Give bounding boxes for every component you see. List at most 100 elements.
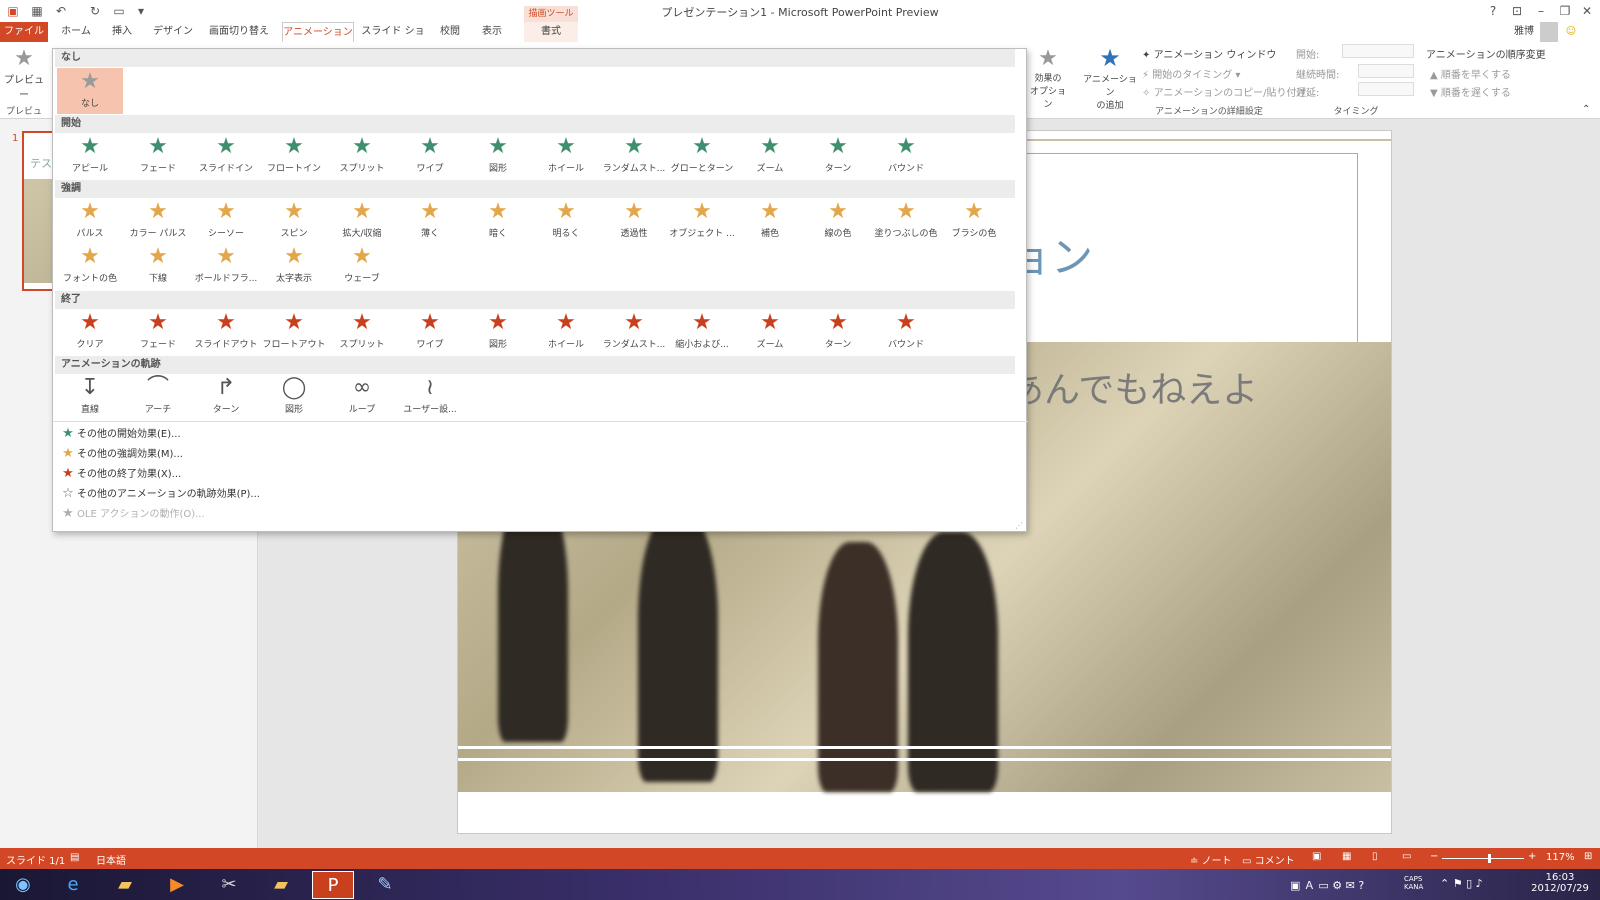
close-icon[interactable]: ✕ bbox=[1578, 2, 1596, 20]
entrance-effect-item[interactable]: ★ ターン bbox=[805, 133, 871, 179]
entrance-effect-item[interactable]: ★ グローとターン bbox=[669, 133, 735, 179]
none-effect-item[interactable]: ★ なし bbox=[57, 68, 123, 114]
entrance-effect-item[interactable]: ★ ホイール bbox=[533, 133, 599, 179]
help-icon[interactable]: ? bbox=[1484, 2, 1502, 20]
resize-grip-icon[interactable]: ⋰ bbox=[1015, 521, 1023, 530]
tab-home[interactable]: ホーム bbox=[54, 22, 98, 42]
emphasis-effect-item[interactable]: ★ 明るく bbox=[533, 198, 599, 244]
proofing-icon[interactable]: ▤ bbox=[70, 852, 79, 863]
media-player-icon[interactable]: ▶ bbox=[156, 871, 198, 899]
clock[interactable]: 16:03 2012/07/29 bbox=[1530, 872, 1590, 894]
emphasis-effect-item[interactable]: ★ 太字表示 bbox=[261, 243, 327, 289]
tab-review[interactable]: 校閲 bbox=[432, 22, 468, 42]
animation-pane-button[interactable]: ✦ アニメーション ウィンドウ bbox=[1142, 46, 1276, 61]
exit-effect-item[interactable]: ★ フェード bbox=[125, 309, 191, 355]
path-effect-item[interactable]: ↧ 直線 bbox=[57, 374, 123, 420]
tab-design[interactable]: デザイン bbox=[148, 22, 198, 42]
exit-effect-item[interactable]: ★ スライドアウト bbox=[193, 309, 259, 355]
notes-button[interactable]: ≐ ノート bbox=[1190, 852, 1232, 867]
zoom-slider[interactable] bbox=[1442, 854, 1524, 863]
delay-input[interactable] bbox=[1358, 82, 1414, 96]
exit-effect-item[interactable]: ★ ワイプ bbox=[397, 309, 463, 355]
exit-effect-item[interactable]: ★ ターン bbox=[805, 309, 871, 355]
internet-explorer-icon[interactable]: e bbox=[52, 871, 94, 899]
emphasis-effect-item[interactable]: ★ 薄く bbox=[397, 198, 463, 244]
trigger-button[interactable]: ⚡ 開始のタイミング ▾ bbox=[1142, 66, 1240, 81]
tab-view[interactable]: 表示 bbox=[472, 22, 512, 42]
path-effect-item[interactable]: ↱ ターン bbox=[193, 374, 259, 420]
fit-slide-icon[interactable]: ⊞ bbox=[1584, 851, 1592, 862]
path-effect-item[interactable]: ∞ ループ bbox=[329, 374, 395, 420]
zoom-level[interactable]: 117% bbox=[1546, 852, 1575, 863]
exit-effect-item[interactable]: ★ 図形 bbox=[465, 309, 531, 355]
language-status[interactable]: 日本語 bbox=[96, 852, 126, 867]
path-effect-item[interactable]: ≀ ユーザー設... bbox=[397, 374, 463, 420]
snipping-tool-icon[interactable]: ✂ bbox=[208, 871, 250, 899]
entrance-effect-item[interactable]: ★ スライドイン bbox=[193, 133, 259, 179]
ribbon-display-icon[interactable]: ⊡ bbox=[1508, 2, 1526, 20]
more-effects-menu-item[interactable]: ★ OLE アクションの動作(O)... bbox=[59, 505, 204, 523]
entrance-effect-item[interactable]: ★ フロートイン bbox=[261, 133, 327, 179]
start-select[interactable] bbox=[1342, 44, 1414, 58]
reading-view-icon[interactable]: ▯ bbox=[1372, 851, 1378, 862]
tray-system-icons[interactable]: ⌃ ⚑ ▯ ♪ bbox=[1440, 877, 1483, 890]
exit-effect-item[interactable]: ★ ズーム bbox=[737, 309, 803, 355]
move-later-button[interactable]: ▼ 順番を遅くする bbox=[1430, 84, 1511, 99]
emphasis-effect-item[interactable]: ★ シーソー bbox=[193, 198, 259, 244]
collapse-ribbon-icon[interactable]: ⌃ bbox=[1582, 104, 1590, 115]
entrance-effect-item[interactable]: ★ スプリット bbox=[329, 133, 395, 179]
tab-file[interactable]: ファイル bbox=[0, 22, 48, 42]
entrance-effect-item[interactable]: ★ ズーム bbox=[737, 133, 803, 179]
emphasis-effect-item[interactable]: ★ 拡大/収縮 bbox=[329, 198, 395, 244]
entrance-effect-item[interactable]: ★ フェード bbox=[125, 133, 191, 179]
normal-view-icon[interactable]: ▣ bbox=[1312, 851, 1321, 862]
exit-effect-item[interactable]: ★ ランダムスト... bbox=[601, 309, 667, 355]
user-name[interactable]: 雅博 bbox=[1494, 22, 1534, 42]
more-effects-menu-item[interactable]: ★ その他の終了効果(X)... bbox=[59, 465, 181, 483]
emphasis-effect-item[interactable]: ★ 暗く bbox=[465, 198, 531, 244]
entrance-effect-item[interactable]: ★ アピール bbox=[57, 133, 123, 179]
exit-effect-item[interactable]: ★ クリア bbox=[57, 309, 123, 355]
move-earlier-button[interactable]: ▲ 順番を早くする bbox=[1430, 66, 1511, 81]
exit-effect-item[interactable]: ★ ホイール bbox=[533, 309, 599, 355]
avatar[interactable] bbox=[1540, 22, 1558, 42]
start-button-icon[interactable]: ◉ bbox=[2, 871, 44, 899]
more-effects-menu-item[interactable]: ★ その他の開始効果(E)... bbox=[59, 425, 181, 443]
tray-icons[interactable]: ▣ Ａ ▭ ⚙ ✉ ? bbox=[1290, 877, 1364, 893]
tab-animations[interactable]: アニメーション bbox=[282, 22, 354, 42]
slide-counter[interactable]: スライド 1/1 bbox=[6, 852, 65, 867]
tab-format[interactable]: 書式 bbox=[524, 22, 578, 42]
entrance-effect-item[interactable]: ★ ワイプ bbox=[397, 133, 463, 179]
more-effects-menu-item[interactable]: ☆ その他のアニメーションの軌跡効果(P)... bbox=[59, 485, 260, 503]
smiley-icon[interactable]: ☺ bbox=[1562, 22, 1580, 42]
emphasis-effect-item[interactable]: ★ 透過性 bbox=[601, 198, 667, 244]
slide-sorter-icon[interactable]: ▦ bbox=[1342, 851, 1351, 862]
emphasis-effect-item[interactable]: ★ パルス bbox=[57, 198, 123, 244]
exit-effect-item[interactable]: ★ スプリット bbox=[329, 309, 395, 355]
exit-effect-item[interactable]: ★ 縮小および... bbox=[669, 309, 735, 355]
entrance-effect-item[interactable]: ★ 図形 bbox=[465, 133, 531, 179]
emphasis-effect-item[interactable]: ★ オブジェクト ... bbox=[669, 198, 735, 244]
emphasis-effect-item[interactable]: ★ 補色 bbox=[737, 198, 803, 244]
restore-icon[interactable]: ❐ bbox=[1556, 2, 1574, 20]
emphasis-effect-item[interactable]: ★ ブラシの色 bbox=[941, 198, 1007, 244]
path-effect-item[interactable]: ⌒ アーチ bbox=[125, 374, 191, 420]
emphasis-effect-item[interactable]: ★ 下線 bbox=[125, 243, 191, 289]
minimize-icon[interactable]: – bbox=[1532, 2, 1550, 20]
emphasis-effect-item[interactable]: ★ フォントの色 bbox=[57, 243, 123, 289]
folder-icon[interactable]: ▰ bbox=[260, 871, 302, 899]
path-effect-item[interactable]: ◯ 図形 bbox=[261, 374, 327, 420]
zoom-slider-thumb[interactable] bbox=[1488, 854, 1491, 863]
animation-painter-button[interactable]: ✧ アニメーションのコピー/貼り付け bbox=[1142, 84, 1307, 99]
paint-icon[interactable]: ✎ bbox=[364, 871, 406, 899]
emphasis-effect-item[interactable]: ★ スピン bbox=[261, 198, 327, 244]
emphasis-effect-item[interactable]: ★ 塗りつぶしの色 bbox=[873, 198, 939, 244]
tab-slideshow[interactable]: スライド ショー bbox=[358, 22, 428, 56]
preview-button[interactable]: ★ プレビュー bbox=[4, 46, 44, 101]
tab-transitions[interactable]: 画面切り替え bbox=[202, 22, 276, 42]
explorer-folder-icon[interactable]: ▰ bbox=[104, 871, 146, 899]
add-animation-button[interactable]: ★ アニメーション の追加 bbox=[1082, 44, 1138, 111]
powerpoint-taskbar-icon[interactable]: P bbox=[312, 871, 354, 899]
emphasis-effect-item[interactable]: ★ ウェーブ bbox=[329, 243, 395, 289]
exit-effect-item[interactable]: ★ フロートアウト bbox=[261, 309, 327, 355]
